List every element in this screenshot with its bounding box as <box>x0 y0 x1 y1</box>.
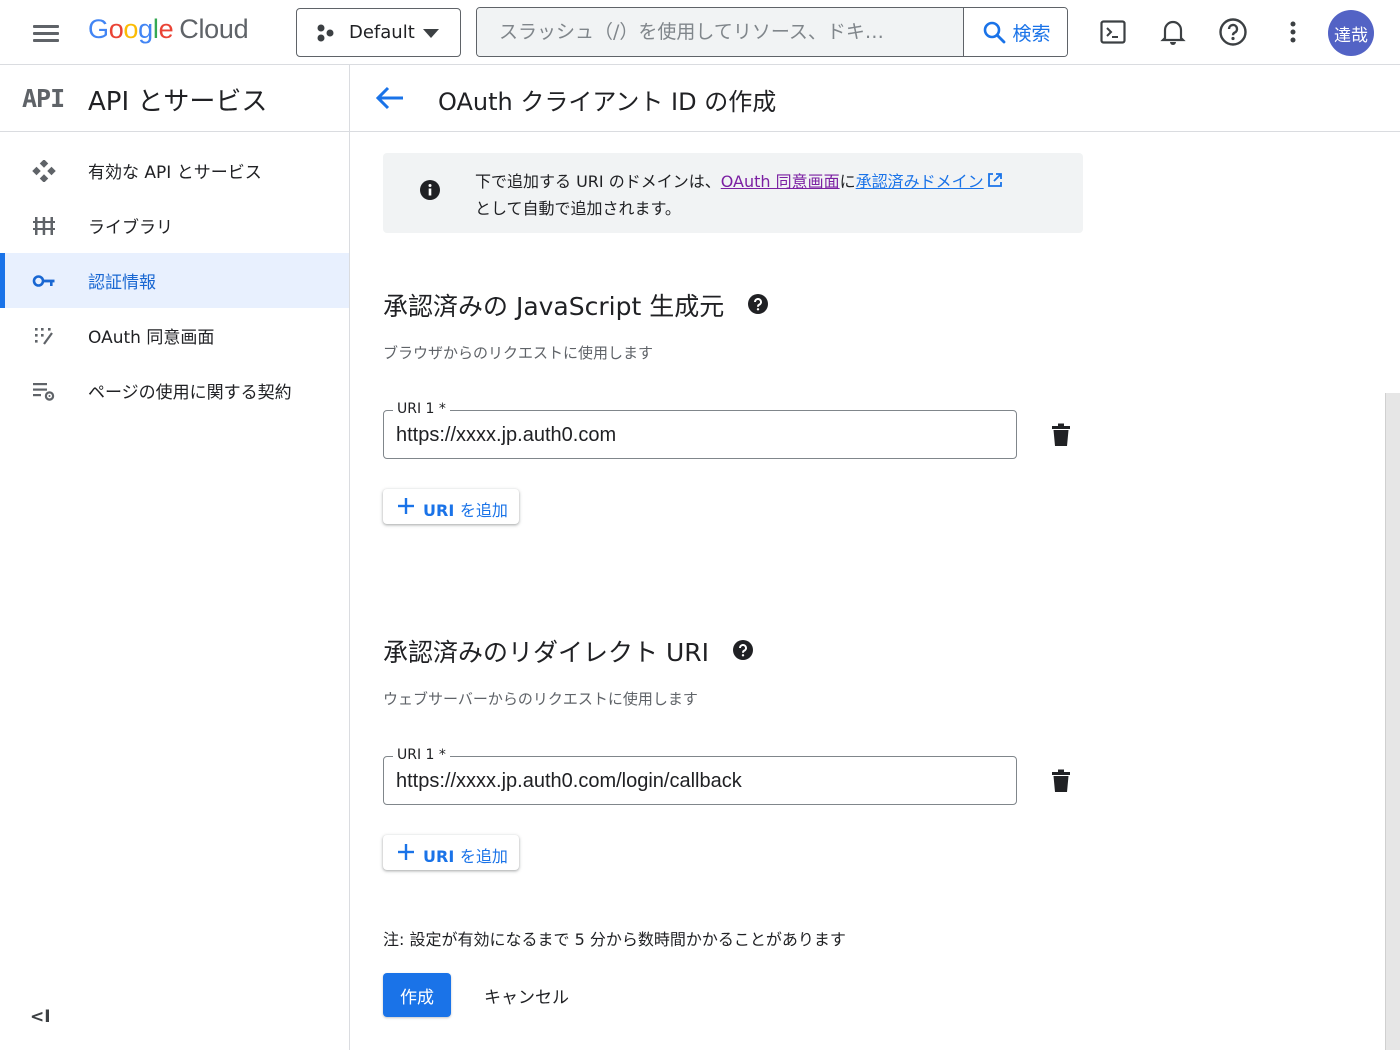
settings-list-icon <box>33 383 55 401</box>
js-origin-uri-label: URI 1 * <box>393 401 450 417</box>
redirect-uris-heading-text: 承認済みのリダイレクト URI <box>383 638 709 667</box>
redirect-uri-label: URI 1 * <box>393 747 450 763</box>
sidebar-item-enabled-apis[interactable]: 有効な API とサービス <box>0 143 349 198</box>
js-origins-heading: 承認済みの JavaScript 生成元 <box>383 287 769 323</box>
settings-delay-note: 注: 設定が有効になるまで 5 分から数時間かかることがあります <box>383 930 846 949</box>
sidebar-item-label: 認証情報 <box>88 273 156 293</box>
cancel-button[interactable]: キャンセル <box>484 983 569 1008</box>
plus-icon <box>398 498 414 514</box>
add-uri-label-bold: URI <box>423 847 455 866</box>
redirect-uris-description: ウェブサーバーからのリクエストに使用します <box>383 690 698 708</box>
search-button[interactable]: 検索 <box>963 8 1067 56</box>
account-avatar[interactable]: 達哉 <box>1328 10 1374 56</box>
sidebar-item-label: 有効な API とサービス <box>88 163 262 183</box>
sidebar-item-label: ページの使用に関する契約 <box>88 383 292 403</box>
sidebar-item-credentials[interactable]: 認証情報 <box>0 253 349 308</box>
top-bar: GoogleCloud Default 検索 <box>0 0 1400 65</box>
project-picker[interactable]: Default <box>296 8 461 57</box>
scrollbar[interactable] <box>1385 393 1400 1050</box>
search-input[interactable] <box>477 8 963 56</box>
add-js-origin-uri-button[interactable]: URI を追加 <box>383 489 519 524</box>
authorized-domains-link[interactable]: 承認済みドメイン <box>856 172 1003 191</box>
more-vert-icon[interactable] <box>1275 14 1311 50</box>
help-icon[interactable] <box>1215 14 1251 50</box>
page-title: OAuth クライアント ID の作成 <box>438 88 777 116</box>
page-header: OAuth クライアント ID の作成 <box>350 65 1400 132</box>
sidebar-item-page-usage-agreements[interactable]: ページの使用に関する契約 <box>0 363 349 418</box>
sidebar-nav: 有効な API とサービス ライブラリ 認証情報 OAuth 同意画面 ページの… <box>0 143 349 418</box>
notifications-bell-icon[interactable] <box>1155 14 1191 50</box>
help-circle-icon[interactable] <box>732 640 753 660</box>
info-banner: 下で追加する URI のドメインは、OAuth 同意画面に承認済みドメイン とし… <box>383 153 1083 233</box>
js-origin-uri-input[interactable] <box>396 421 996 449</box>
external-link-icon <box>987 173 1002 187</box>
project-dots-icon <box>317 24 334 42</box>
add-uri-label: URI を追加 <box>423 843 508 867</box>
api-logo-icon: API <box>22 84 65 113</box>
plus-icon <box>398 844 414 860</box>
logo-google-text: Google <box>88 14 174 44</box>
sidebar-item-library[interactable]: ライブラリ <box>0 198 349 253</box>
logo-cloud-text: Cloud <box>179 14 249 44</box>
add-uri-label: URI を追加 <box>423 497 508 521</box>
help-circle-icon[interactable] <box>748 294 769 314</box>
delete-trash-icon[interactable] <box>1050 769 1072 793</box>
consent-grid-icon <box>35 328 53 345</box>
js-origin-uri-field: URI 1 * <box>383 401 1017 459</box>
info-text-mid: に <box>839 172 856 191</box>
info-text: 下で追加する URI のドメインは、OAuth 同意画面に承認済みドメイン とし… <box>475 168 1003 222</box>
redirect-uri-field: URI 1 * <box>383 747 1017 805</box>
google-cloud-logo[interactable]: Google Cloud <box>88 14 249 45</box>
js-origins-heading-text: 承認済みの JavaScript 生成元 <box>383 292 725 321</box>
menu-icon[interactable] <box>28 18 64 48</box>
sidebar-item-label: OAuth 同意画面 <box>88 328 215 348</box>
search-button-label: 検索 <box>1012 22 1051 45</box>
sidebar: API API とサービス 有効な API とサービス ライブラリ 認証情報 O… <box>0 65 350 1050</box>
sidebar-item-oauth-consent[interactable]: OAuth 同意画面 <box>0 308 349 363</box>
redirect-uri-input[interactable] <box>396 767 996 795</box>
sidebar-item-label: ライブラリ <box>88 218 173 238</box>
search-bar: 検索 <box>476 7 1068 57</box>
sidebar-title: API とサービス <box>88 87 268 117</box>
info-text-after: として自動で追加されます。 <box>475 199 681 218</box>
search-icon <box>984 21 1006 44</box>
delete-trash-icon[interactable] <box>1050 423 1072 447</box>
sidebar-header: API API とサービス <box>0 65 349 132</box>
add-redirect-uri-button[interactable]: URI を追加 <box>383 835 519 870</box>
cloud-shell-icon[interactable] <box>1095 14 1131 50</box>
collapse-sidebar-button[interactable]: <I <box>30 1007 51 1027</box>
create-button[interactable]: 作成 <box>383 973 451 1017</box>
info-icon <box>420 180 440 200</box>
library-icon <box>33 217 55 235</box>
chevron-down-icon <box>423 29 439 38</box>
info-text-before: 下で追加する URI のドメインは、 <box>475 172 721 191</box>
authorized-domains-link-label: 承認済みドメイン <box>855 172 984 191</box>
key-icon <box>32 275 55 287</box>
project-name: Default <box>349 22 415 43</box>
back-arrow-icon[interactable] <box>372 83 406 113</box>
diamond-dots-icon <box>32 160 56 182</box>
js-origins-description: ブラウザからのリクエストに使用します <box>383 344 654 362</box>
add-uri-label-bold: URI <box>423 501 455 520</box>
oauth-consent-link[interactable]: OAuth 同意画面 <box>721 172 840 191</box>
redirect-uris-heading: 承認済みのリダイレクト URI <box>383 633 753 669</box>
add-uri-label-rest: を追加 <box>459 847 508 866</box>
add-uri-label-rest: を追加 <box>459 501 508 520</box>
